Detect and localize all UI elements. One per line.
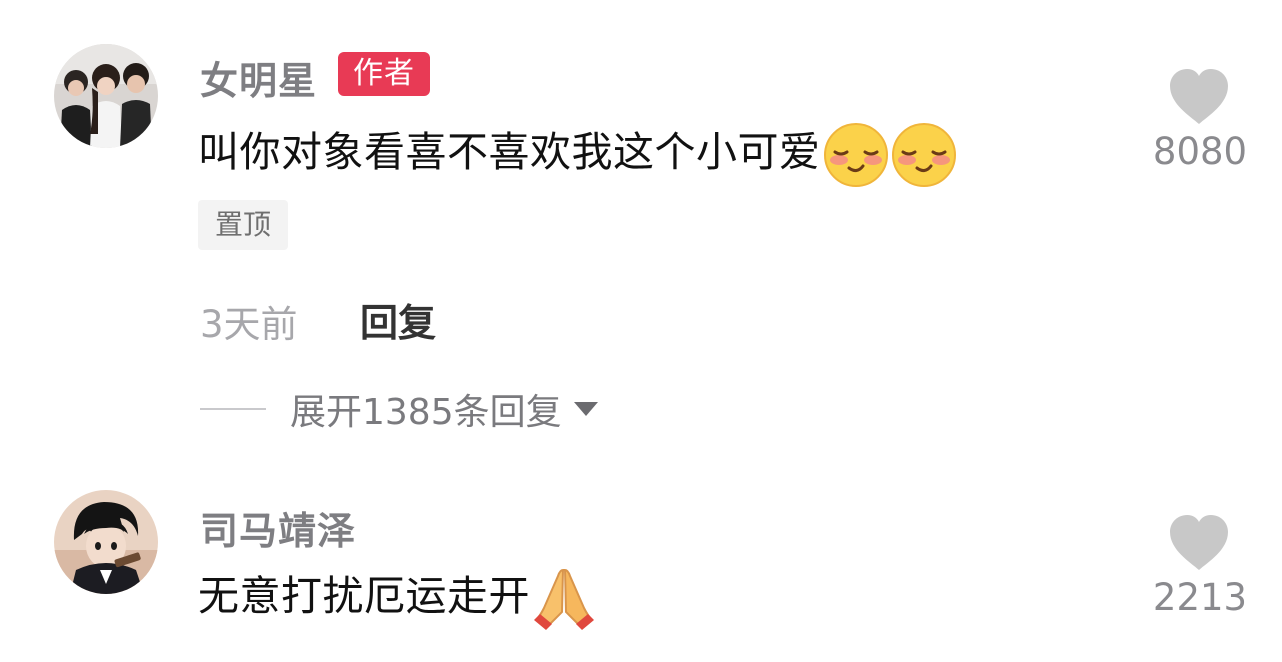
avatar[interactable]: [54, 490, 158, 594]
blushing-face-emoji: [891, 122, 957, 188]
comment-text: 无意打扰厄运走开: [198, 562, 596, 630]
blushing-face-emoji: [823, 122, 889, 188]
heart-icon[interactable]: [1168, 68, 1230, 126]
reply-button[interactable]: 回复: [360, 292, 436, 347]
pinned-tag: 置顶: [198, 200, 288, 250]
like-count: 2213: [1152, 576, 1248, 619]
chevron-down-icon: [573, 402, 598, 416]
comment-body: 无意打扰厄运走开: [198, 572, 530, 620]
comment-text: 叫你对象看喜不喜欢我这个小可爱: [198, 118, 957, 188]
expand-replies-label: 展开1385条回复: [290, 392, 562, 433]
like-count: 8080: [1152, 130, 1248, 173]
divider-line: [200, 408, 266, 410]
comment-list: 女明星 作者 叫你对象看喜不喜欢我这个小可爱 置顶 3天前 回复 展开1385条…: [0, 0, 1282, 662]
avatar-image: [54, 490, 158, 594]
avatar[interactable]: [54, 44, 158, 148]
comment-body: 叫你对象看喜不喜欢我这个小可爱: [198, 128, 821, 176]
username[interactable]: 女明星: [200, 50, 317, 105]
expand-replies-button[interactable]: 展开1385条回复: [200, 384, 598, 434]
comment-item: 女明星 作者 叫你对象看喜不喜欢我这个小可爱 置顶 3天前 回复 展开1385条…: [0, 0, 1282, 470]
heart-icon[interactable]: [1168, 514, 1230, 572]
comment-item: 司马靖泽 无意打扰厄运走开 2213: [0, 470, 1282, 662]
username[interactable]: 司马靖泽: [200, 500, 356, 555]
folded-hands-emoji: [532, 568, 596, 630]
comment-timestamp: 3天前: [200, 303, 298, 346]
avatar-image: [54, 44, 158, 148]
author-badge: 作者: [338, 52, 430, 96]
